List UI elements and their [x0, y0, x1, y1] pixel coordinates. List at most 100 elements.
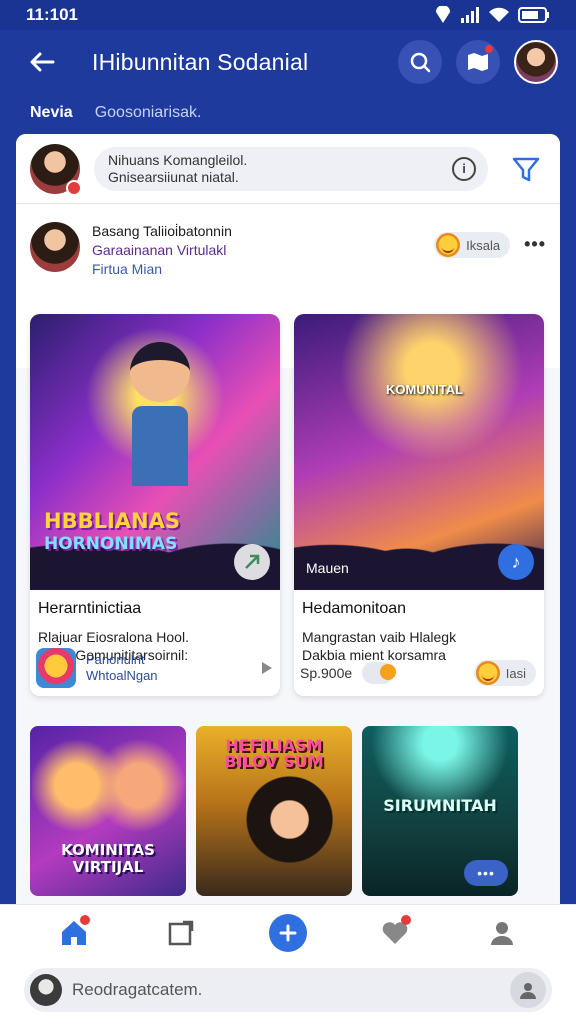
- thumbnail-card[interactable]: HEFILIASM BILOV SUM: [196, 726, 352, 896]
- search-icon: [410, 52, 431, 73]
- post-subtitle: Garaainanan Virtulakl: [92, 242, 227, 258]
- tab-bar: Nevia Goosoniarisak.: [0, 94, 576, 132]
- game-thumbnail[interactable]: [36, 648, 76, 688]
- search-avatar[interactable]: [30, 974, 62, 1006]
- thumbnail-card[interactable]: KOMINITAS VIRTIJAL: [30, 726, 186, 896]
- price-label: Sp.900e: [300, 665, 353, 681]
- nav-badge: [79, 914, 90, 925]
- back-button[interactable]: [26, 46, 58, 78]
- app-title: IHibunnitan Sodanial: [92, 48, 309, 75]
- card-title: Herarntinictiaa: [38, 600, 142, 617]
- smile-emoji-icon: [436, 233, 461, 257]
- status-icons: [434, 6, 550, 24]
- thumbnail-label-line-2: BILOV SUM: [224, 752, 324, 771]
- reaction-label: Iasi: [505, 665, 526, 681]
- status-time: 11:101: [26, 5, 78, 24]
- thumbnail-label: SIRUMNITAH: [383, 796, 497, 815]
- card-image: HBBLIANAS HORNONIMAS: [30, 314, 280, 590]
- notifications-button[interactable]: [456, 40, 500, 84]
- nav-profile[interactable]: [478, 909, 526, 957]
- user-icon: [520, 983, 536, 999]
- bottom-search-bar: Reodragatcatem.: [0, 960, 576, 1024]
- music-button[interactable]: ♪: [498, 544, 534, 580]
- nav-home[interactable]: [50, 909, 98, 957]
- feed: Nihuans Komangleilol. Gnisearsiiunat nia…: [16, 134, 560, 904]
- card-image: KOMUNITAL Mauen ♪: [294, 314, 544, 590]
- thumbnail-label-line-1: KOMINITAS: [61, 841, 155, 859]
- thumbnail-label-line-2: VIRTIJAL: [72, 858, 144, 876]
- tab-goosoniarisak[interactable]: Goosoniarisak.: [95, 104, 202, 122]
- nav-badge: [401, 914, 412, 925]
- app-header: IHibunnitan Sodanial: [0, 30, 576, 94]
- banner-line-1: HBBLIANAS: [44, 509, 180, 533]
- composer-input[interactable]: Nihuans Komangleilol. Gnisearsiiunat nia…: [94, 146, 488, 191]
- card-image-title: KOMUNITAL: [386, 382, 464, 397]
- tab-nevia[interactable]: Nevia: [30, 104, 73, 122]
- card-body: Hedamonitoan Mangrastan vaib Hlalegk Dak…: [294, 590, 544, 664]
- location-icon: [436, 6, 450, 23]
- content-card[interactable]: KOMUNITAL Mauen ♪ Hedamonitoan Mangrasta…: [294, 314, 544, 696]
- card-footer: Sp.900e Iasi: [300, 660, 536, 686]
- reaction-pill[interactable]: Iasi: [473, 660, 536, 686]
- share-icon: [245, 554, 260, 569]
- edit-square-icon: [168, 920, 194, 945]
- cards-row: HBBLIANAS HORNONIMAS Herarntinictiaa Rla…: [16, 314, 560, 696]
- notification-dot: [484, 44, 494, 54]
- search-button[interactable]: [398, 40, 442, 84]
- post-author[interactable]: Basang Taliioi̇batonnin: [92, 222, 434, 241]
- nav-create[interactable]: [264, 909, 312, 957]
- card-description: Mangrastan vaib Hlalegk Dakbia mient kor…: [302, 628, 536, 664]
- arrow-left-icon: [30, 52, 55, 72]
- signal-icon: [461, 7, 479, 23]
- composer-text: Nihuans Komangleilol. Gnisearsiiunat nia…: [108, 152, 247, 186]
- thumbnails-row: KOMINITAS VIRTIJAL HEFILIASM BILOV SUM S…: [30, 726, 518, 896]
- more-chip[interactable]: •••: [464, 860, 508, 886]
- post-author-avatar[interactable]: [30, 222, 80, 272]
- footer-line-1: Panonulnt: [86, 652, 145, 667]
- reaction-label: Iksala: [466, 237, 501, 253]
- avatar-badge: [66, 179, 82, 196]
- composer: Nihuans Komangleilol. Gnisearsiiunat nia…: [16, 134, 560, 204]
- search-input[interactable]: Reodragatcatem.: [72, 980, 510, 1000]
- status-bar: 11:101: [0, 0, 576, 30]
- plus-icon: [279, 924, 297, 941]
- content-card[interactable]: HBBLIANAS HORNONIMAS Herarntinictiaa Rla…: [30, 314, 280, 696]
- filter-icon: [512, 157, 540, 181]
- composer-line-1: Nihuans Komangleilol.: [108, 151, 248, 168]
- smile-emoji-icon: [475, 661, 500, 685]
- filter-button[interactable]: [506, 149, 546, 189]
- person-icon: [491, 921, 514, 945]
- thumbnail-card[interactable]: SIRUMNITAH •••: [362, 726, 518, 896]
- thumbnail-label: KOMINITAS VIRTIJAL: [30, 842, 186, 876]
- composer-line-2: Gnisearsiiunat niatal.: [108, 168, 239, 185]
- thumbnail-label: HEFILIASM BILOV SUM: [196, 738, 352, 770]
- card-footer: Panonulnt WhtoalNgan: [36, 648, 272, 688]
- banner-line-2: HORNONIMAS: [44, 534, 178, 554]
- share-button[interactable]: [234, 544, 270, 580]
- info-icon[interactable]: i: [452, 156, 476, 181]
- card-title: Hedamonitoan: [302, 600, 407, 617]
- cartoon-boy-illustration: [125, 342, 195, 492]
- music-note-icon: ♪: [511, 551, 521, 572]
- nav-compose[interactable]: [157, 909, 205, 957]
- card-desc-line-1: Rlajuar Eiosralona Hool.: [38, 629, 189, 645]
- more-options-button[interactable]: •••: [524, 234, 546, 255]
- play-icon[interactable]: [262, 662, 272, 674]
- card-desc-line-1: Mangrastan vaib Hlalegk: [302, 629, 457, 645]
- post-location[interactable]: Firtua Mian: [92, 260, 434, 279]
- reaction-pill[interactable]: Iksala: [434, 232, 511, 258]
- battery-icon: [518, 7, 549, 23]
- nav-activity[interactable]: [371, 909, 419, 957]
- footer-text: Panonulnt WhtoalNgan: [86, 652, 262, 684]
- search-field[interactable]: Reodragatcatem.: [24, 968, 552, 1012]
- bottom-nav: [0, 904, 576, 960]
- composer-avatar[interactable]: [30, 143, 82, 196]
- user-button[interactable]: [510, 972, 546, 1008]
- card-image-caption: Mauen: [306, 560, 349, 576]
- card-banner: HBBLIANAS HORNONIMAS: [44, 510, 180, 556]
- wifi-icon: [489, 7, 509, 22]
- create-fab[interactable]: [268, 913, 307, 952]
- coin-pill[interactable]: [362, 662, 397, 684]
- profile-avatar[interactable]: [514, 40, 558, 84]
- footer-line-2: WhtoalNgan: [86, 668, 158, 683]
